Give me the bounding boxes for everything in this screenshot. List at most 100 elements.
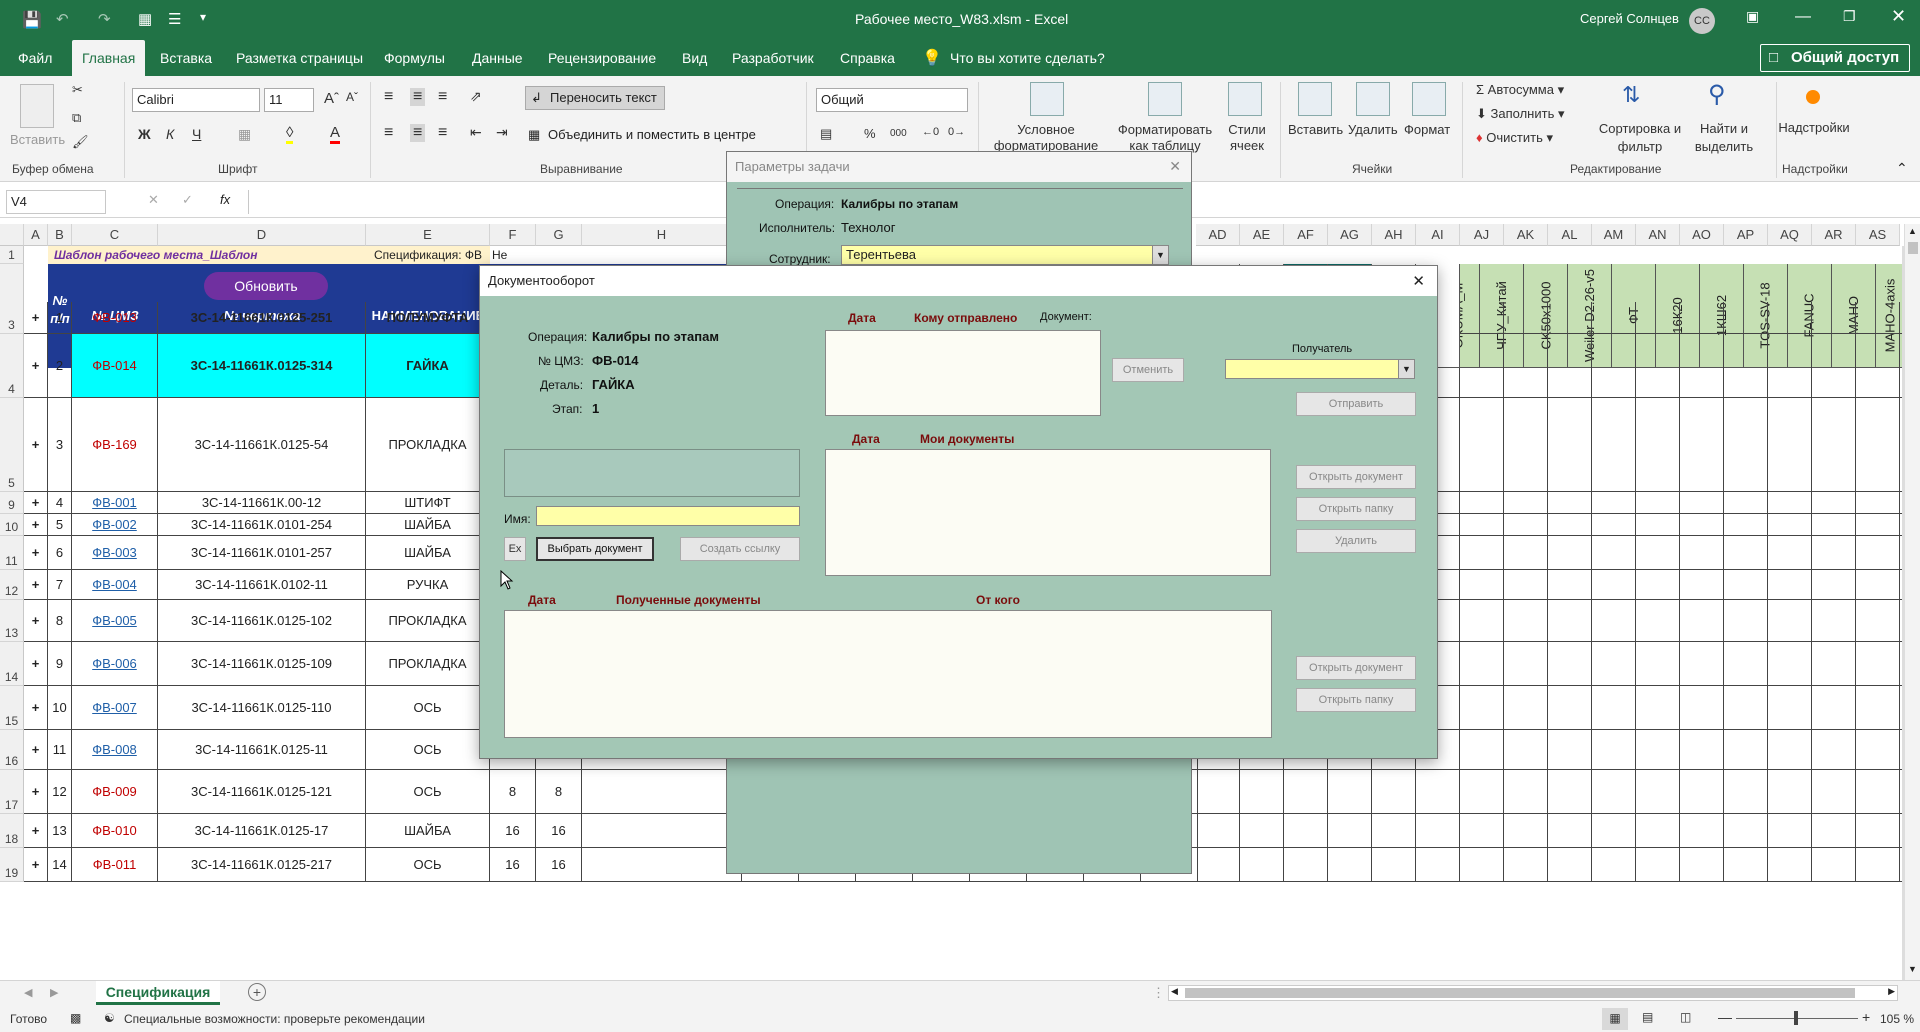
cell-machine[interactable] [1812, 770, 1856, 814]
cell-machine[interactable] [1548, 642, 1592, 686]
cell-name[interactable]: ГАЙКА [366, 334, 490, 398]
choose-document-button[interactable]: Выбрать документ [536, 537, 654, 561]
decrease-decimal-icon[interactable]: 0→ [948, 126, 965, 138]
cell-machine[interactable] [1856, 686, 1900, 730]
cell-machine[interactable] [1196, 814, 1240, 848]
open-folder-button[interactable]: Открыть папку [1296, 497, 1416, 521]
cell-empty[interactable] [582, 770, 742, 814]
cell-machine[interactable] [1416, 770, 1460, 814]
zoom-out-icon[interactable]: — [1718, 1009, 1732, 1025]
open-received-folder-button[interactable]: Открыть папку [1296, 688, 1416, 712]
cell-machine[interactable] [1856, 570, 1900, 600]
cell-drawing[interactable]: 3С-14-11661К.0125-109 [158, 642, 366, 686]
row-header[interactable]: 18 [0, 814, 24, 848]
cell-machine[interactable] [1636, 334, 1680, 398]
cell-name[interactable]: ШАЙБА [366, 814, 490, 848]
cell-czm[interactable]: ФВ-001 [72, 492, 158, 514]
tab-formulas[interactable]: Формулы [374, 40, 455, 76]
cell-drawing[interactable]: 3С-14-11661К.00-12 [158, 492, 366, 514]
tab-file[interactable]: Файл [8, 40, 62, 76]
scroll-right-icon[interactable]: ▶ [1888, 986, 1895, 997]
cell-machine[interactable] [1416, 814, 1460, 848]
cell-machine[interactable] [1680, 600, 1724, 642]
cell-machine[interactable] [1768, 686, 1812, 730]
cell-machine[interactable] [1592, 600, 1636, 642]
cell-machine[interactable] [1460, 492, 1504, 514]
cell-machine[interactable] [1328, 814, 1372, 848]
autosum-button[interactable]: Σ Автосумма ▾ [1476, 82, 1564, 98]
horizontal-scroll-thumb[interactable] [1185, 988, 1855, 998]
cell-machine[interactable] [1416, 848, 1460, 882]
cell-name[interactable]: ШТИФТ [366, 492, 490, 514]
cell-plus[interactable]: + [24, 730, 48, 770]
row-header[interactable]: 5 [0, 398, 24, 492]
cell-machine[interactable] [1856, 600, 1900, 642]
user-name[interactable]: Сергей Солнцев [1580, 11, 1679, 26]
row-header[interactable]: 13 [0, 600, 24, 642]
col-header-aq[interactable]: AQ [1768, 224, 1812, 246]
cell-n[interactable]: 6 [48, 536, 72, 570]
cell-machine[interactable] [1856, 814, 1900, 848]
cell-machine[interactable] [1724, 570, 1768, 600]
minimize-icon[interactable]: — [1795, 8, 1811, 26]
cell-plus[interactable]: + [24, 600, 48, 642]
cell-machine[interactable] [1548, 398, 1592, 492]
normal-view-icon[interactable]: ▦ [1602, 1008, 1628, 1030]
refresh-button[interactable]: Обновить [204, 272, 328, 300]
cell-machine[interactable] [1548, 302, 1592, 334]
cell-machine[interactable] [1724, 492, 1768, 514]
sort-filter-button[interactable]: Сортировка и фильтр [1598, 120, 1682, 156]
cell-machine[interactable] [1548, 730, 1592, 770]
row-header[interactable]: 17 [0, 770, 24, 814]
cell-machine[interactable] [1592, 848, 1636, 882]
cell-machine[interactable] [1812, 398, 1856, 492]
cell-machine[interactable] [1680, 334, 1724, 398]
cell-plus[interactable]: + [24, 642, 48, 686]
cell-machine[interactable] [1724, 536, 1768, 570]
cell-n[interactable]: 1 [48, 302, 72, 334]
font-size-select[interactable]: 11 [264, 88, 314, 112]
cell-machine[interactable] [1372, 848, 1416, 882]
cell-machine[interactable] [1460, 642, 1504, 686]
col-header-h[interactable]: H [582, 224, 742, 246]
font-color-icon[interactable]: A [330, 124, 341, 144]
row-header[interactable]: 4 [0, 334, 24, 398]
cell-czm[interactable]: ФВ-010 [72, 814, 158, 848]
recipient-select[interactable]: ▼ [1225, 359, 1415, 379]
font-name-select[interactable]: Calibri [132, 88, 260, 112]
paste-button[interactable]: Вставить [10, 132, 65, 147]
cell-machine[interactable] [1812, 302, 1856, 334]
cell-machine[interactable] [1768, 514, 1812, 536]
cell-machine[interactable] [1680, 686, 1724, 730]
vertical-scrollbar[interactable]: ▲ ▼ [1904, 224, 1920, 980]
cut-icon[interactable]: ✂ [72, 82, 83, 98]
delete-document-button[interactable]: Удалить [1296, 529, 1416, 553]
cell-machine[interactable] [1636, 848, 1680, 882]
col-header-ad[interactable]: AD [1196, 224, 1240, 246]
cell-czm[interactable]: ФВ-009 [72, 770, 158, 814]
cell-machine[interactable] [1680, 770, 1724, 814]
col-header-an[interactable]: AN [1636, 224, 1680, 246]
list-icon[interactable]: ☰ [168, 10, 181, 28]
cell-machine[interactable] [1812, 492, 1856, 514]
customize-toolbar-icon[interactable]: ▾ [200, 10, 206, 24]
cell-drawing[interactable]: 3С-14-11661К.0101-257 [158, 536, 366, 570]
cell-czm[interactable]: ФВ-014 [72, 334, 158, 398]
cell-f[interactable]: 16 [490, 848, 536, 882]
horizontal-scrollbar[interactable]: ◀ ▶ [1168, 985, 1898, 1001]
wrap-text-button[interactable]: ↲ Переносить текст [525, 86, 665, 110]
cell-machine[interactable] [1504, 730, 1548, 770]
cell-machine[interactable] [1592, 814, 1636, 848]
cell-drawing[interactable]: 3С-14-11661К.0125-11 [158, 730, 366, 770]
cell-machine[interactable] [1460, 536, 1504, 570]
cell-machine[interactable] [1504, 686, 1548, 730]
decrease-font-icon[interactable]: Aˇ [346, 90, 358, 104]
tab-splitter-icon[interactable]: ⋮ [1152, 985, 1165, 1001]
cell-drawing[interactable]: 3С-14-11661К.0102-11 [158, 570, 366, 600]
cell-machine[interactable] [1460, 814, 1504, 848]
cell-plus[interactable]: + [24, 686, 48, 730]
cell-machine[interactable] [1636, 686, 1680, 730]
cell-plus[interactable]: + [24, 514, 48, 536]
collapse-ribbon-icon[interactable]: ⌃ [1896, 160, 1908, 177]
cell-n[interactable]: 10 [48, 686, 72, 730]
